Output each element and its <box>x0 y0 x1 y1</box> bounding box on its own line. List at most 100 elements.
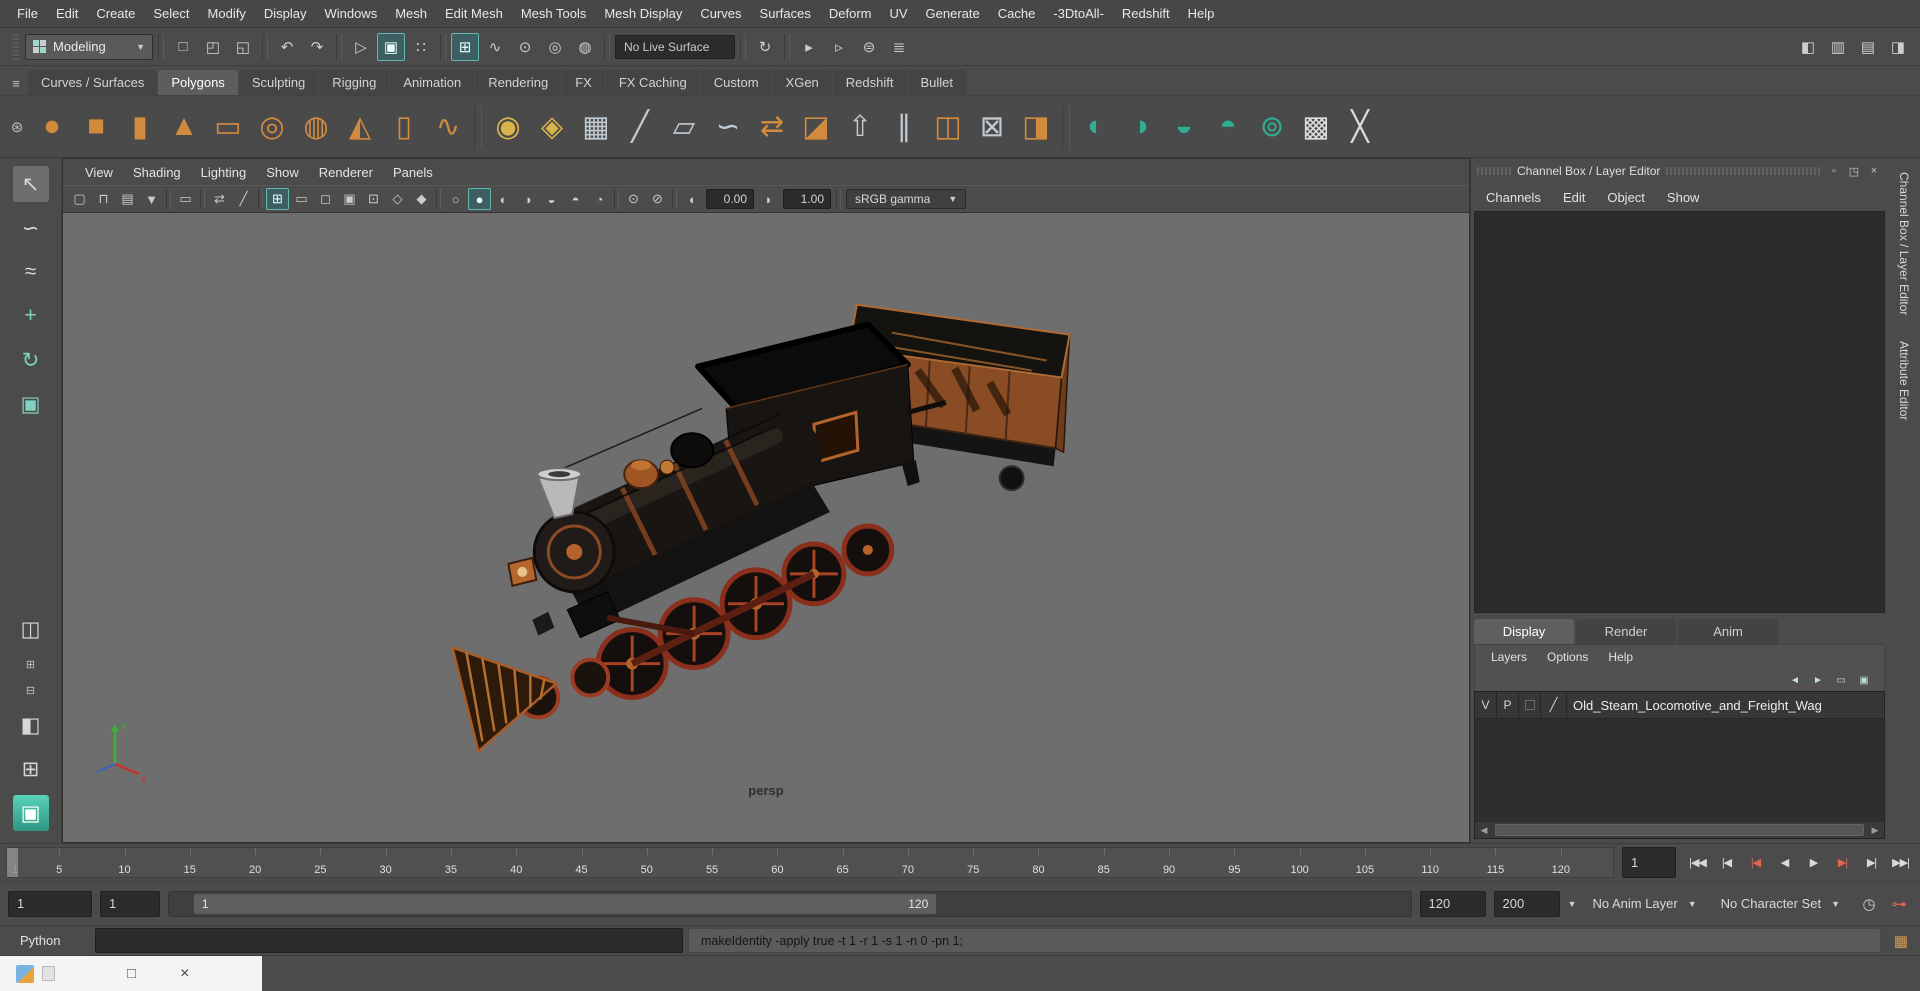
paint-select-tool-icon[interactable]: ≈ <box>13 254 49 290</box>
smooth-shade-icon[interactable]: ● <box>468 188 491 210</box>
toggle-channel-box-icon[interactable]: ◨ <box>1884 33 1912 61</box>
menu-help[interactable]: Help <box>1179 0 1224 27</box>
playback-end-field[interactable]: 120 <box>1420 891 1486 917</box>
toolbar-drag-handle[interactable] <box>12 34 19 60</box>
snap-to-curve-icon[interactable]: ∿ <box>481 33 509 61</box>
menu-select[interactable]: Select <box>144 0 198 27</box>
background-app-icon[interactable] <box>16 965 34 983</box>
snap-to-projected-center-icon[interactable]: ◎ <box>541 33 569 61</box>
viewport-menu-view[interactable]: View <box>75 160 123 185</box>
channel-box-menu-edit[interactable]: Edit <box>1552 185 1596 210</box>
ambient-occlusion-icon[interactable]: ◓ <box>564 188 587 210</box>
live-surface-field[interactable]: No Live Surface <box>615 35 735 59</box>
panel-pin-icon[interactable]: ▫ <box>1826 163 1842 179</box>
camera-lock-icon[interactable]: ⊓ <box>92 188 115 210</box>
poly-helix-icon[interactable]: ∿ <box>426 103 470 151</box>
channel-box-menu-show[interactable]: Show <box>1656 185 1711 210</box>
move-layer-down-icon[interactable]: ► <box>1810 672 1826 688</box>
save-scene-icon[interactable]: ◱ <box>229 33 257 61</box>
menu-display[interactable]: Display <box>255 0 316 27</box>
shelf-gear-icon[interactable]: ⊛ <box>4 103 30 151</box>
poly-cone-icon[interactable]: ▲ <box>162 103 206 151</box>
select-by-component-icon[interactable]: ∷ <box>407 33 435 61</box>
retopologize-icon[interactable]: ⊚ <box>1250 103 1294 151</box>
sculpt-mesh-icon[interactable]: ◈ <box>530 103 574 151</box>
construction-history-icon[interactable]: ↻ <box>751 33 779 61</box>
menu-deform[interactable]: Deform <box>820 0 881 27</box>
raise-application-windows-icon[interactable]: ◧ <box>1794 33 1822 61</box>
shelf-tab-curves-surfaces[interactable]: Curves / Surfaces <box>28 70 157 95</box>
scrollbar-thumb[interactable] <box>1495 824 1864 836</box>
render-frame-icon[interactable]: ▸ <box>795 33 823 61</box>
side-tab-attribute-editor[interactable]: Attribute Editor <box>1895 333 1913 428</box>
script-editor-icon[interactable]: ▦ <box>1886 928 1916 953</box>
delete-component-icon[interactable]: ⊠ <box>970 103 1014 151</box>
menu-modify[interactable]: Modify <box>199 0 255 27</box>
mesh-grid-icon[interactable]: ▦ <box>574 103 618 151</box>
viewport-menu-shading[interactable]: Shading <box>123 160 191 185</box>
render-settings-icon[interactable]: ⊜ <box>855 33 883 61</box>
close-button[interactable]: × <box>180 965 189 983</box>
poly-plane-icon[interactable]: ▭ <box>206 103 250 151</box>
grid-toggle-icon[interactable]: ⊞ <box>266 188 289 210</box>
safe-action-icon[interactable]: ◇ <box>386 188 409 210</box>
layer-visibility-toggle[interactable]: V <box>1475 692 1497 718</box>
viewport-menu-panels[interactable]: Panels <box>383 160 443 185</box>
motion-blur-icon[interactable]: ◔ <box>588 188 611 210</box>
poly-disc-icon[interactable]: ◍ <box>294 103 338 151</box>
range-slider[interactable]: 1 120 <box>168 891 1412 917</box>
current-frame-field[interactable]: 1 <box>1622 847 1676 878</box>
layer-editor-tab-anim[interactable]: Anim <box>1678 619 1778 644</box>
layer-menu-options[interactable]: Options <box>1537 650 1598 664</box>
menu-3dtoall[interactable]: -3DtoAll- <box>1044 0 1113 27</box>
side-tab-channel-box[interactable]: Channel Box / Layer Editor <box>1895 164 1913 323</box>
safe-title-icon[interactable]: ◆ <box>410 188 433 210</box>
quad-draw-icon[interactable]: ▱ <box>662 103 706 151</box>
playback-options-icon[interactable]: ◷ <box>1856 891 1882 917</box>
viewport-menu-renderer[interactable]: Renderer <box>309 160 383 185</box>
poly-sphere-icon[interactable]: ● <box>30 103 74 151</box>
step-back-key-button[interactable]: |◀ <box>1742 847 1769 878</box>
combine-icon[interactable]: ◨ <box>1014 103 1058 151</box>
camera-attributes-icon[interactable]: ▤ <box>116 188 139 210</box>
menu-curves[interactable]: Curves <box>691 0 750 27</box>
menu-create[interactable]: Create <box>87 0 144 27</box>
isolate-select-icon[interactable]: ◫ <box>13 611 49 647</box>
animation-end-field[interactable]: 200 <box>1494 891 1560 917</box>
panel-close-icon[interactable]: × <box>1866 163 1882 179</box>
mirror-cut-icon[interactable]: ◫ <box>926 103 970 151</box>
redo-icon[interactable]: ↷ <box>303 33 331 61</box>
cleanup-icon[interactable]: ╳ <box>1338 103 1382 151</box>
range-options-caret-icon[interactable]: ▼ <box>1568 899 1577 909</box>
scale-tool-icon[interactable]: ▣ <box>13 386 49 422</box>
select-by-hierarchy-icon[interactable]: ▷ <box>347 33 375 61</box>
step-forward-key-button[interactable]: ▶| <box>1829 847 1856 878</box>
camera-select-icon[interactable]: ▢ <box>68 188 91 210</box>
gate-mask-icon[interactable]: ▣ <box>338 188 361 210</box>
poly-cylinder-icon[interactable]: ▮ <box>118 103 162 151</box>
use-all-lights-icon[interactable]: ◑ <box>516 188 539 210</box>
shelf-tab-rendering[interactable]: Rendering <box>475 70 561 95</box>
poly-pipe-icon[interactable]: ▯ <box>382 103 426 151</box>
layer-editor-tab-render[interactable]: Render <box>1576 619 1676 644</box>
snap-to-grid-icon[interactable]: ⊞ <box>451 33 479 61</box>
rotate-tool-icon[interactable]: ↻ <box>13 342 49 378</box>
image-plane-icon[interactable]: ▭ <box>174 188 197 210</box>
layer-menu-layers[interactable]: Layers <box>1481 650 1537 664</box>
textured-display-icon[interactable]: ◐ <box>492 188 515 210</box>
menu-cache[interactable]: Cache <box>989 0 1045 27</box>
smooth-mesh-icon[interactable]: ◉ <box>486 103 530 151</box>
toggle-panel-layout-icon[interactable]: ▥ <box>1824 33 1852 61</box>
menu-mesh[interactable]: Mesh <box>386 0 436 27</box>
shelf-tab-redshift[interactable]: Redshift <box>833 70 907 95</box>
locomotive-model[interactable] <box>452 305 1069 752</box>
poly-cube-icon[interactable]: ■ <box>74 103 118 151</box>
shelf-tab-sculpting[interactable]: Sculpting <box>239 70 318 95</box>
panel-float-icon[interactable]: ◳ <box>1846 163 1862 179</box>
grease-pencil-icon[interactable]: ╱ <box>232 188 255 210</box>
move-tool-icon[interactable]: + <box>13 298 49 334</box>
wireframe-display-icon[interactable]: ○ <box>444 188 467 210</box>
create-empty-layer-icon[interactable]: ▭ <box>1833 672 1849 688</box>
menu-edit-mesh[interactable]: Edit Mesh <box>436 0 512 27</box>
shelf-tab-custom[interactable]: Custom <box>701 70 772 95</box>
